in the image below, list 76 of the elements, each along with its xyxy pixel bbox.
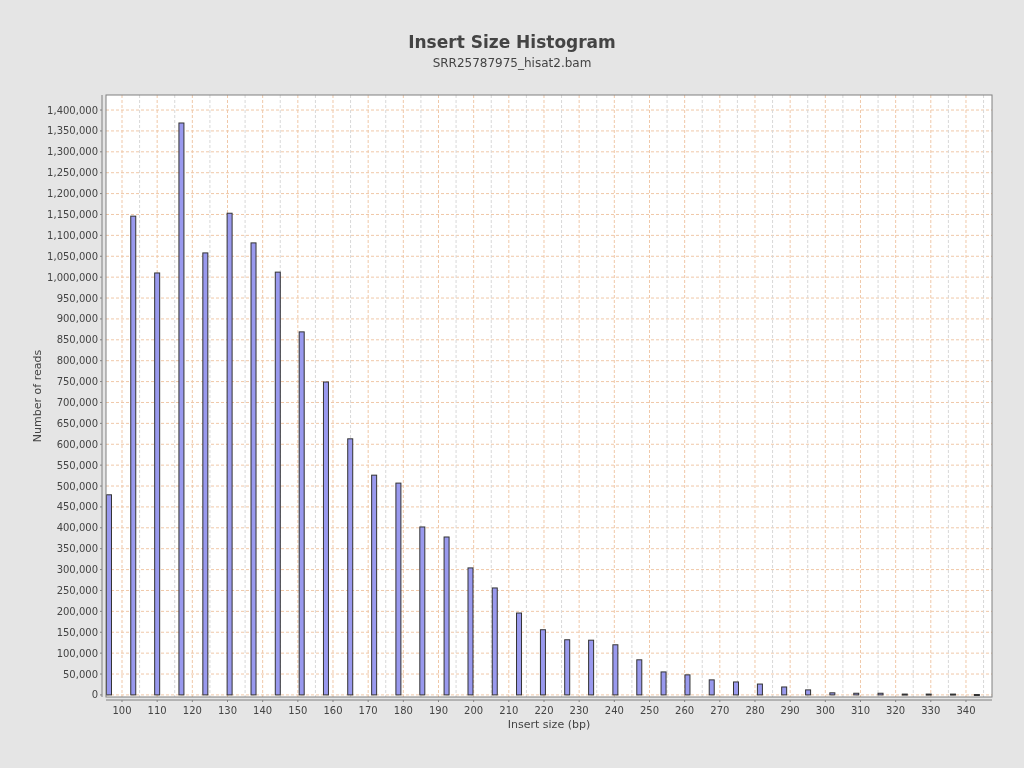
y-tick-label: 150,000 bbox=[56, 626, 98, 638]
histogram-bar bbox=[901, 693, 908, 696]
histogram-bar bbox=[756, 683, 763, 696]
histogram-bar bbox=[588, 639, 595, 696]
histogram-bar bbox=[539, 629, 546, 696]
histogram-bar bbox=[636, 659, 643, 696]
histogram-bar bbox=[925, 693, 932, 696]
y-tick-label: 500,000 bbox=[56, 480, 98, 492]
x-tick-label: 140 bbox=[253, 705, 273, 716]
y-tick-label: 400,000 bbox=[56, 522, 98, 534]
histogram-bar bbox=[733, 681, 739, 696]
x-tick-label: 120 bbox=[182, 705, 202, 716]
histogram-bar bbox=[877, 692, 884, 696]
x-tick-label: 340 bbox=[956, 705, 976, 716]
y-tick-label: 1,300,000 bbox=[47, 146, 98, 158]
x-tick-label: 150 bbox=[288, 705, 308, 716]
y-tick-label: 550,000 bbox=[56, 459, 98, 471]
y-tick-label: 900,000 bbox=[56, 313, 98, 325]
x-tick-label: 320 bbox=[886, 705, 906, 716]
chart-subtitle: SRR25787975_hisat2.bam bbox=[432, 56, 592, 70]
x-tick-label: 240 bbox=[604, 705, 624, 716]
y-tick-label: 950,000 bbox=[56, 292, 98, 304]
histogram-bar bbox=[708, 679, 715, 696]
y-tick-label: 650,000 bbox=[56, 417, 98, 429]
y-tick-label: 1,000,000 bbox=[47, 271, 98, 283]
histogram-bar bbox=[949, 693, 956, 696]
y-tick-label: 50,000 bbox=[63, 668, 98, 680]
y-tick-label: 450,000 bbox=[56, 501, 98, 513]
y-tick-label: 1,200,000 bbox=[47, 188, 98, 200]
y-tick-label: 1,250,000 bbox=[47, 167, 98, 179]
y-tick-label: 300,000 bbox=[56, 564, 98, 576]
x-tick-label: 130 bbox=[217, 705, 238, 716]
y-tick-label: 250,000 bbox=[56, 584, 98, 596]
histogram-bar bbox=[660, 671, 667, 696]
y-tick-label: 850,000 bbox=[56, 334, 98, 346]
x-tick-label: 180 bbox=[393, 705, 413, 716]
x-tick-label: 200 bbox=[464, 705, 484, 716]
x-tick-label: 100 bbox=[112, 705, 132, 716]
histogram-bar bbox=[853, 692, 860, 696]
x-tick-label: 220 bbox=[534, 705, 554, 716]
histogram-bar bbox=[684, 674, 691, 696]
y-tick-label: 1,400,000 bbox=[47, 104, 98, 116]
y-tick-label: 1,100,000 bbox=[47, 229, 98, 241]
x-tick-label: 230 bbox=[569, 705, 589, 716]
x-tick-label: 210 bbox=[499, 705, 519, 716]
x-tick-label: 310 bbox=[850, 705, 871, 716]
y-tick-label: 350,000 bbox=[56, 543, 98, 555]
y-tick-label: 800,000 bbox=[56, 355, 98, 367]
y-tick-label: 700,000 bbox=[56, 397, 98, 408]
histogram-bar bbox=[564, 639, 571, 696]
x-tick-label: 270 bbox=[710, 705, 730, 716]
y-tick-label: 1,150,000 bbox=[47, 209, 98, 220]
y-tick-label: 0 bbox=[91, 689, 98, 701]
x-tick-label: 300 bbox=[815, 705, 835, 716]
x-axis-label: Insert size (bp) bbox=[507, 718, 591, 731]
histogram-bar bbox=[805, 689, 812, 696]
chart-title: Insert Size Histogram bbox=[408, 32, 616, 52]
y-axis-label: Number of reads bbox=[31, 349, 44, 443]
y-tick-label: 1,050,000 bbox=[47, 250, 98, 262]
x-tick-label: 330 bbox=[921, 705, 941, 716]
x-tick-label: 160 bbox=[323, 705, 343, 716]
y-tick-label: 100,000 bbox=[56, 647, 98, 659]
x-tick-label: 250 bbox=[639, 705, 660, 716]
x-tick-label: 260 bbox=[675, 705, 695, 716]
y-tick-label: 600,000 bbox=[56, 438, 98, 450]
y-tick-label: 750,000 bbox=[56, 376, 98, 388]
x-tick-label: 190 bbox=[428, 705, 449, 716]
histogram-bar bbox=[829, 692, 836, 696]
y-tick-label: 1,350,000 bbox=[47, 125, 98, 137]
y-tick-label: 200,000 bbox=[56, 605, 98, 617]
x-tick-label: 170 bbox=[358, 705, 378, 716]
x-tick-label: 280 bbox=[745, 705, 765, 716]
x-tick-label: 110 bbox=[147, 705, 167, 716]
histogram-bar bbox=[612, 644, 619, 696]
x-tick-label: 290 bbox=[780, 705, 800, 716]
histogram-bar bbox=[781, 686, 788, 696]
